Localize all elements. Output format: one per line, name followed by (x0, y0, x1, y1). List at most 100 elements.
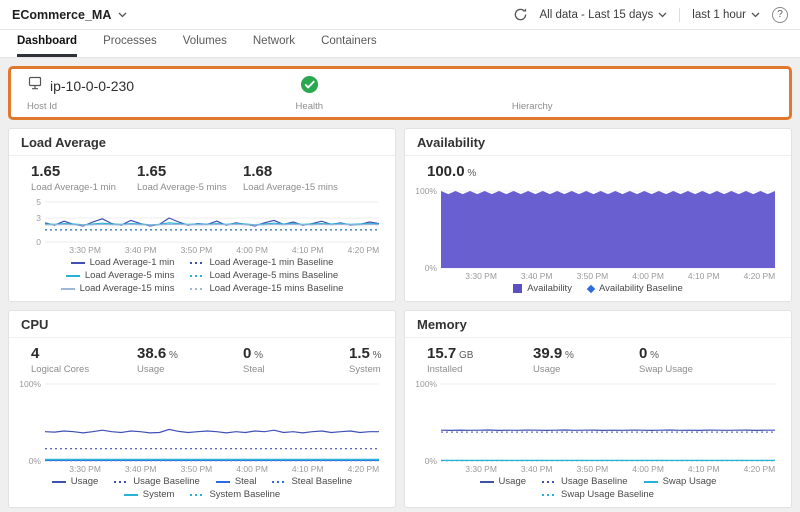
stats-row: 100.0 % (405, 156, 791, 185)
legend-swatch-dash (190, 287, 205, 290)
legend-load-average-5-mins[interactable]: Load Average-5 mins (65, 270, 174, 281)
tab-network[interactable]: Network (253, 29, 295, 57)
chart-legend: Usage Usage Baseline Swap Usage Swap Usage … (405, 474, 791, 507)
svg-text:4:20 PM: 4:20 PM (744, 271, 776, 281)
tab-volumes[interactable]: Volumes (183, 29, 227, 57)
svg-text:4:10 PM: 4:10 PM (688, 271, 720, 281)
svg-text:3:40 PM: 3:40 PM (521, 464, 553, 474)
svg-text:0%: 0% (29, 456, 42, 466)
svg-text:3:30 PM: 3:30 PM (69, 464, 101, 474)
legend-load-average-15-mins[interactable]: Load Average-15 mins (60, 283, 174, 294)
help-icon[interactable]: ? (772, 6, 788, 23)
legend-swatch-line (123, 493, 138, 496)
svg-text:3:30 PM: 3:30 PM (465, 271, 497, 281)
chevron-down-icon (658, 12, 667, 17)
legend-system-baseline[interactable]: System Baseline (190, 489, 280, 500)
host-id-value: ip-10-0-0-230 (50, 77, 135, 94)
legend-usage-baseline[interactable]: Usage Baseline (542, 476, 628, 487)
legend-swatch-dash (542, 480, 557, 483)
host-summary-card[interactable]: ip-10-0-0-230 Host Id Health Hierarchy (8, 66, 792, 120)
stat-load-average-15-mins: 1.68 Load Average-15 mins (243, 163, 338, 193)
legend-usage-baseline[interactable]: Usage Baseline (114, 476, 200, 487)
stats-row: 4 Logical Cores 38.6 % Usage 0 % Steal 1.5 % Sy… (9, 338, 395, 378)
svg-text:100%: 100% (415, 186, 437, 196)
svg-text:3:50 PM: 3:50 PM (577, 271, 609, 281)
panel-load-average: Load Average 1.65 Load Average-1 min 1.65 L… (8, 128, 396, 302)
topbar: ECommerce_MA All data - Last 15 days las… (0, 0, 800, 30)
svg-text:3:50 PM: 3:50 PM (181, 245, 213, 255)
svg-text:4:10 PM: 4:10 PM (292, 464, 324, 474)
panel-cpu: CPU 4 Logical Cores 38.6 % Usage 0 % Steal 1.5… (8, 310, 396, 508)
app-title[interactable]: ECommerce_MA (12, 8, 111, 22)
time-window-select[interactable]: last 1 hour (692, 9, 760, 21)
legend-availability[interactable]: Availability (513, 283, 572, 294)
svg-text:4:10 PM: 4:10 PM (292, 245, 324, 255)
refresh-icon[interactable] (513, 7, 528, 22)
legend-steal-baseline[interactable]: Steal Baseline (272, 476, 352, 487)
legend-swatch-dash (272, 480, 287, 483)
legend-swatch-line (60, 287, 75, 290)
legend-usage[interactable]: Usage (51, 476, 98, 487)
legend-usage[interactable]: Usage (479, 476, 526, 487)
chevron-down-icon[interactable] (118, 12, 127, 18)
health-check-icon (300, 75, 319, 99)
host-id-label: Host Id (27, 101, 58, 112)
svg-text:100%: 100% (415, 379, 437, 389)
legend-load-average-5-mins-baseline[interactable]: Load Average-5 mins Baseline (190, 270, 338, 281)
legend-swatch-diamond (586, 284, 596, 293)
svg-text:5: 5 (36, 197, 41, 207)
tab-dashboard[interactable]: Dashboard (17, 29, 78, 57)
legend-availability-baseline[interactable]: Availability Baseline (586, 283, 683, 294)
legend-system[interactable]: System (123, 489, 174, 500)
app-root: ECommerce_MA All data - Last 15 days las… (0, 0, 800, 512)
time-window-label: last 1 hour (692, 8, 746, 21)
legend-swatch-dash (542, 493, 557, 496)
svg-text:3:30 PM: 3:30 PM (69, 245, 101, 255)
stats-row: 1.65 Load Average-1 min 1.65 Load Average-5… (9, 156, 395, 196)
stat-load-average-5-mins: 1.65 Load Average-5 mins (137, 163, 227, 193)
legend-load-average-1-min[interactable]: Load Average-1 min (70, 257, 174, 268)
hierarchy-label: Hierarchy (511, 101, 553, 112)
legend-swap-usage-baseline[interactable]: Swap Usage Baseline (542, 489, 654, 500)
legend-swatch-line (643, 480, 658, 483)
svg-text:3: 3 (36, 213, 41, 223)
availability-chart[interactable]: 100% 0% 3:30 PM 3:40 PM 3:50 PM 4:00 PM 4:10 P… (411, 185, 785, 281)
svg-text:3:40 PM: 3:40 PM (125, 245, 157, 255)
chart-legend: Availability Availability Baseline (405, 281, 791, 301)
svg-text:3:50 PM: 3:50 PM (181, 464, 213, 474)
legend-swatch-line (215, 480, 230, 483)
legend-swap-usage[interactable]: Swap Usage (643, 476, 716, 487)
panels-grid: Load Average 1.65 Load Average-1 min 1.65 L… (8, 128, 792, 508)
stat-installed: 15.7 GB Installed (427, 345, 474, 375)
legend-swatch-line (65, 274, 80, 277)
memory-chart[interactable]: 100% 0% 3:30 PM 3:40 PM 3:50 PM 4:00 PM 4:10 P… (411, 378, 785, 474)
tab-processes[interactable]: Processes (103, 29, 157, 57)
chart-legend: Load Average-1 min Load Average-1 min Bas… (9, 255, 395, 301)
panel-title: CPU (9, 311, 395, 338)
stat-load-average-1-min: 1.65 Load Average-1 min (31, 163, 116, 193)
chart-legend: Usage Usage Baseline Steal Steal Baseline Sy… (9, 474, 395, 507)
legend-swatch-dash (190, 261, 205, 264)
panel-title: Memory (405, 311, 791, 338)
legend-steal[interactable]: Steal (215, 476, 256, 487)
legend-swatch-line (479, 480, 494, 483)
svg-text:4:20 PM: 4:20 PM (744, 464, 776, 474)
stats-row: 15.7 GB Installed 39.9 % Usage 0 % Swap Usage (405, 338, 791, 378)
tab-containers[interactable]: Containers (321, 29, 377, 57)
svg-text:4:20 PM: 4:20 PM (348, 245, 380, 255)
data-range-select[interactable]: All data - Last 15 days (540, 9, 668, 21)
svg-text:0%: 0% (425, 456, 438, 466)
svg-text:4:00 PM: 4:00 PM (236, 245, 268, 255)
load-average-chart[interactable]: 5 3 0 3:30 PM 3:40 PM 3:50 PM 4:00 PM 4:10 PM 4:… (15, 196, 389, 255)
host-id-cell: ip-10-0-0-230 Host Id (27, 75, 296, 112)
svg-text:4:00 PM: 4:00 PM (236, 464, 268, 474)
svg-text:3:50 PM: 3:50 PM (577, 464, 609, 474)
legend-load-average-1-min-baseline[interactable]: Load Average-1 min Baseline (190, 257, 333, 268)
stat-usage: 39.9 % Usage (533, 345, 574, 375)
cpu-chart[interactable]: 100% 0% 3:30 PM 3:40 PM 3:50 PM 4:00 PM 4:10 P… (15, 378, 389, 474)
legend-swatch-dash (190, 274, 205, 277)
svg-text:4:10 PM: 4:10 PM (688, 464, 720, 474)
host-icon (27, 75, 43, 96)
legend-load-average-15-mins-baseline[interactable]: Load Average-15 mins Baseline (190, 283, 343, 294)
legend-swatch-dash (114, 480, 129, 483)
